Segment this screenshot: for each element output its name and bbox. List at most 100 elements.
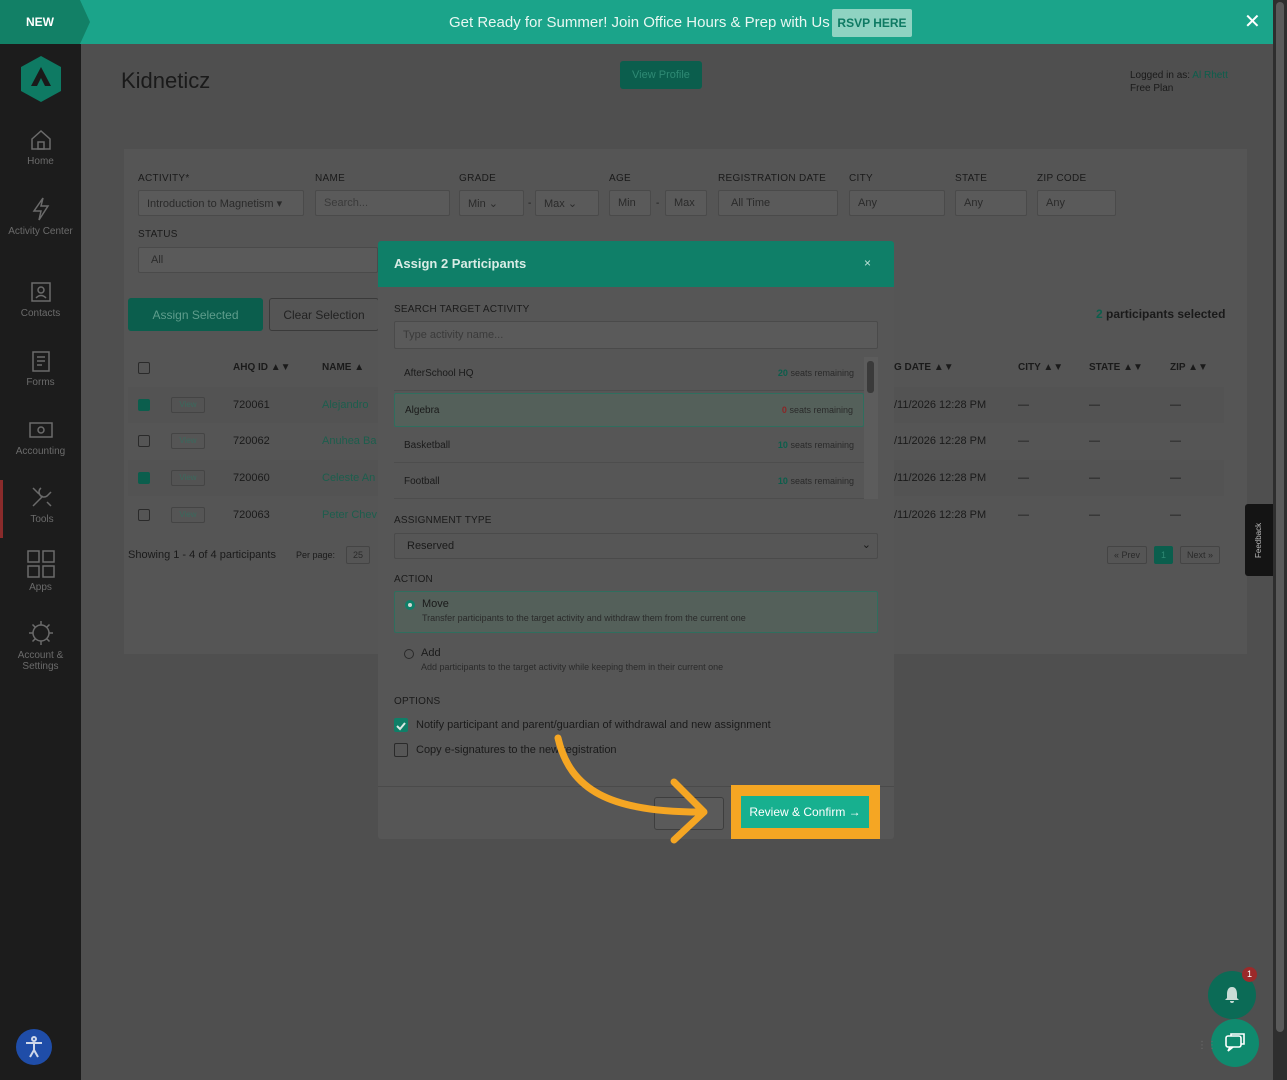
tools-icon [32, 487, 52, 507]
view-button[interactable]: View [171, 433, 205, 449]
assign-selected-button[interactable]: Assign Selected [128, 298, 263, 331]
add-option[interactable]: Add Add participants to the target activ… [394, 641, 878, 683]
seats-suffix: seats remaining [790, 440, 854, 450]
column-name[interactable]: NAME ▲ [322, 362, 364, 373]
name-filter-input[interactable]: Search... [315, 190, 450, 216]
row-checkbox[interactable] [138, 435, 150, 447]
per-page-select[interactable]: 25 [346, 546, 371, 564]
view-button[interactable]: View [171, 470, 205, 486]
name-cell[interactable]: Alejandro [322, 399, 368, 411]
view-button[interactable]: View [171, 507, 205, 523]
forms-icon [31, 351, 50, 372]
zip-cell: — [1170, 399, 1181, 411]
close-icon[interactable]: × [864, 256, 871, 270]
seats-remaining: 10 seats remaining [778, 476, 854, 486]
activity-list: AfterSchool HQ 20 seats remaining Algebr… [394, 357, 864, 499]
name-cell[interactable]: Celeste An [322, 472, 375, 484]
sidebar: Home Activity Center Contacts Forms Acco… [0, 44, 81, 1080]
activity-option-selected[interactable]: Algebra 0 seats remaining [394, 393, 864, 427]
grade-max-select[interactable]: Max ⌄ [535, 190, 599, 216]
view-button[interactable]: View [171, 397, 205, 413]
activity-search-input[interactable]: Type activity name... [394, 321, 878, 349]
feedback-tab[interactable]: Feedback [1245, 504, 1273, 576]
row-checkbox[interactable] [138, 509, 150, 521]
banner-message: Get Ready for Summer! Join Office Hours … [449, 14, 830, 31]
add-radio[interactable] [404, 649, 414, 659]
logo-icon[interactable] [21, 56, 61, 102]
age-min-input[interactable]: Min [609, 190, 651, 216]
page-scrollbar[interactable] [1273, 0, 1287, 1080]
review-confirm-button[interactable]: Review & Confirm → [741, 796, 869, 828]
city-filter-label: CITY [849, 173, 873, 184]
activity-option[interactable]: AfterSchool HQ 20 seats remaining [394, 357, 864, 391]
zip-filter-select[interactable]: Any [1037, 190, 1116, 216]
seats-count: 0 [781, 405, 787, 415]
view-profile-button[interactable]: View Profile [620, 61, 702, 89]
city-filter-select[interactable]: Any [849, 190, 945, 216]
status-filter-select[interactable]: All [138, 247, 378, 273]
rsvp-button[interactable]: RSVP HERE [832, 9, 912, 37]
row-checkbox[interactable] [138, 399, 150, 411]
column-ahq-id[interactable]: AHQ ID ▲▼ [233, 362, 291, 373]
chat-button[interactable] [1211, 1019, 1259, 1067]
column-city[interactable]: CITY ▲▼ [1018, 362, 1063, 373]
selected-count: 2 participants selected [1096, 307, 1225, 321]
sidebar-item-accounting[interactable]: Accounting [0, 418, 81, 457]
grade-min-select[interactable]: Min ⌄ [459, 190, 524, 216]
accessibility-icon [26, 1036, 42, 1058]
close-icon[interactable]: ✕ [1244, 12, 1261, 32]
activity-filter-select[interactable]: Introduction to Magnetism ▾ [138, 190, 304, 216]
regdate-filter-select[interactable]: All Time [718, 190, 838, 216]
prev-page-button[interactable]: « Prev [1107, 546, 1148, 564]
state-filter-select[interactable]: Any [955, 190, 1027, 216]
clear-selection-button[interactable]: Clear Selection [269, 298, 379, 331]
activity-filter-value: Introduction to Magnetism [147, 198, 274, 210]
column-reg-date[interactable]: G DATE ▲▼ [894, 362, 954, 373]
activity-option[interactable]: Basketball 10 seats remaining [394, 429, 864, 463]
activity-filter-label: ACTIVITY* [138, 173, 190, 184]
assignment-type-select[interactable]: Reserved ⌄ [394, 533, 878, 559]
accessibility-button[interactable] [16, 1029, 52, 1065]
move-option[interactable]: Move Transfer participants to the target… [394, 591, 878, 633]
sidebar-item-activity-center[interactable]: Activity Center [0, 196, 81, 237]
sidebar-item-tools[interactable]: Tools [0, 480, 81, 538]
row-checkbox[interactable] [138, 472, 150, 484]
activity-option[interactable]: Football 10 seats remaining [394, 465, 864, 499]
name-filter-label: NAME [315, 173, 346, 184]
showing-count: Showing 1 - 4 of 4 participants [128, 549, 276, 561]
column-zip[interactable]: ZIP ▲▼ [1170, 362, 1208, 373]
sidebar-item-account-settings[interactable]: Account & Settings [0, 620, 81, 672]
regdate-value: All Time [731, 197, 771, 209]
notify-checkbox[interactable] [394, 718, 408, 732]
age-max-input[interactable]: Max [665, 190, 707, 216]
page-title: Kidneticz [121, 68, 211, 93]
select-all-checkbox[interactable] [138, 362, 150, 374]
copy-esign-checkbox[interactable] [394, 743, 408, 757]
state-cell: — [1089, 472, 1100, 484]
sidebar-item-contacts[interactable]: Contacts [0, 280, 81, 319]
move-radio[interactable] [405, 600, 415, 610]
scrollbar-thumb[interactable] [867, 361, 874, 393]
sidebar-item-apps[interactable]: Apps [0, 550, 81, 593]
page-1-button[interactable]: 1 [1154, 546, 1174, 564]
sidebar-item-label: Tools [30, 514, 54, 525]
add-title: Add [421, 647, 441, 659]
selected-count-label: participants selected [1106, 307, 1226, 321]
options-label: OPTIONS [394, 696, 441, 707]
sidebar-item-forms[interactable]: Forms [0, 349, 81, 388]
drag-handle-icon[interactable]: ⋮⋮ [1197, 1040, 1217, 1051]
sidebar-item-home[interactable]: Home [0, 128, 81, 167]
column-state[interactable]: STATE ▲▼ [1089, 362, 1143, 373]
plan-label: Free Plan [1130, 83, 1174, 94]
next-page-button[interactable]: Next » [1180, 546, 1221, 564]
contacts-icon [30, 282, 51, 302]
state-cell: — [1089, 399, 1100, 411]
activity-list-scrollbar[interactable] [864, 357, 878, 499]
name-cell[interactable]: Peter Chev [322, 509, 377, 521]
city-value: Any [858, 197, 877, 209]
state-cell: — [1089, 509, 1100, 521]
scrollbar-thumb[interactable] [1276, 2, 1284, 1032]
name-cell[interactable]: Anuhea Ba [322, 435, 376, 447]
user-link[interactable]: Al Rhett [1192, 70, 1228, 81]
grade-min-value: Min [468, 198, 486, 210]
